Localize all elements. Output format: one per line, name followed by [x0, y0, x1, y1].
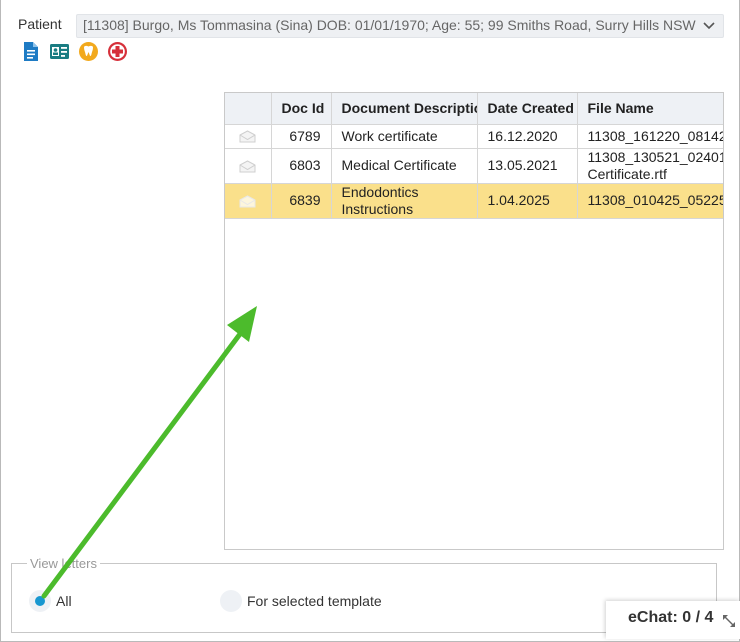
envelope-cell — [225, 183, 272, 219]
doc-id-cell: 6839 — [271, 183, 332, 219]
envelope-icon — [239, 195, 256, 208]
column-header-file-name[interactable]: File Name — [577, 93, 723, 125]
radio-all-button[interactable] — [29, 590, 51, 612]
column-header-icon[interactable] — [225, 93, 272, 125]
doc-id-cell: 6803 — [271, 148, 332, 184]
column-header-date-created[interactable]: Date Created — [477, 93, 578, 125]
envelope-icon — [239, 160, 256, 173]
patient-select-value: [11308] Burgo, Ms Tommasina (Sina) DOB: … — [83, 17, 696, 33]
tooth-icon[interactable] — [78, 41, 99, 62]
table-row[interactable]: 6803 Medical Certificate 13.05.2021 1130… — [225, 148, 723, 184]
description-cell: Medical Certificate — [331, 148, 478, 184]
radio-all[interactable]: All — [29, 590, 72, 612]
view-letters-legend: View letters — [27, 556, 100, 571]
document-icon[interactable] — [20, 41, 41, 62]
echat-button[interactable]: eChat: 0 / 4 — [606, 601, 740, 639]
envelope-cell — [225, 148, 272, 184]
column-header-description[interactable]: Document Description — [331, 93, 478, 125]
doc-id-cell: 6789 — [271, 124, 332, 149]
column-header-doc-id[interactable]: Doc Id — [271, 93, 332, 125]
date-created-cell: 16.12.2020 — [477, 124, 578, 149]
description-cell: Endodontics Instructions — [331, 183, 478, 219]
chevron-down-icon — [703, 22, 715, 30]
toolbar — [20, 41, 128, 63]
file-name-cell: 11308_130521_024018_Medical Certificate.… — [577, 148, 723, 184]
radio-all-label: All — [56, 593, 72, 609]
table-row-selected[interactable]: 6839 Endodontics Instructions 1.04.2025 … — [225, 183, 723, 219]
documents-table: Doc Id Document Description Date Created… — [225, 93, 723, 219]
description-cell: Work certificate — [331, 124, 478, 149]
radio-for-selected-template[interactable]: For selected template — [220, 590, 382, 612]
envelope-cell — [225, 124, 272, 149]
documents-grid[interactable]: Doc Id Document Description Date Created… — [224, 92, 724, 550]
radio-for-selected-template-label: For selected template — [247, 593, 382, 609]
radio-for-selected-template-button[interactable] — [220, 590, 242, 612]
date-created-cell: 1.04.2025 — [477, 183, 578, 219]
header-row: Doc Id Document Description Date Created… — [225, 93, 723, 125]
file-name-cell: 11308_161220_081422_Work certificate.rtf — [577, 124, 723, 149]
date-created-cell: 13.05.2021 — [477, 148, 578, 184]
patient-select[interactable]: [11308] Burgo, Ms Tommasina (Sina) DOB: … — [76, 14, 724, 38]
patient-label: Patient — [18, 16, 62, 32]
table-row[interactable]: 6789 Work certificate 16.12.2020 11308_1… — [225, 124, 723, 149]
file-name-cell: 11308_010425_052255_Endo.rtf — [577, 183, 723, 219]
expand-icon[interactable] — [722, 614, 736, 628]
envelope-icon — [239, 130, 256, 143]
medical-cross-icon[interactable] — [107, 41, 128, 62]
echat-label: eChat: 0 / 4 — [628, 609, 714, 626]
id-card-icon[interactable] — [49, 41, 70, 62]
